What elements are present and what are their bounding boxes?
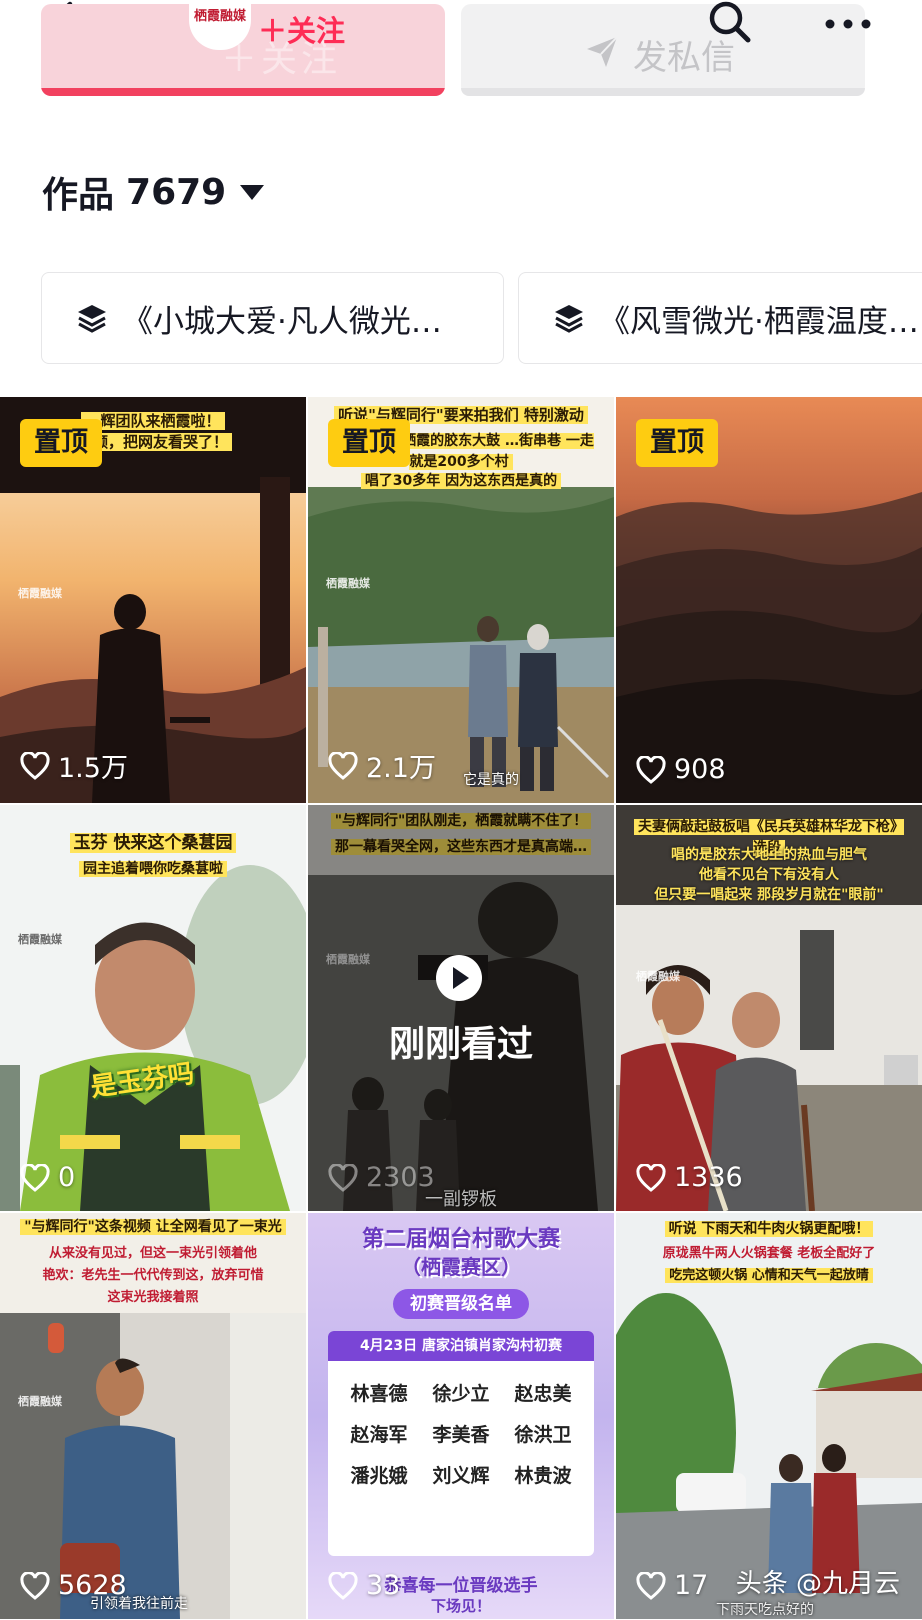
like-count-value: 33 xyxy=(366,1570,401,1601)
video-caption: 原珑黑牛两人火锅套餐 老板全配好了 xyxy=(662,1246,876,1261)
like-count: 17 xyxy=(636,1570,708,1601)
works-tab-header[interactable]: 作品 7679 xyxy=(42,167,265,217)
watermark: 栖霞融媒 xyxy=(18,1395,62,1408)
heart-icon xyxy=(20,1163,50,1192)
watermark: 栖霞融媒 xyxy=(636,970,680,983)
finalist-name: 潘兆娥 xyxy=(350,1465,408,1487)
top-bar: ＋关注 栖霞融媒 ＋关注 发私信 xyxy=(0,0,922,110)
heart-icon xyxy=(20,751,50,780)
video-tile[interactable]: 听说"与辉同行"要来拍我们 特别激动 …多人知道栖霞的胶东大鼓 …街串巷 一走就… xyxy=(308,397,614,803)
heart-icon xyxy=(636,755,666,784)
poster-banner: 初赛晋级名单 xyxy=(393,1289,529,1319)
video-tile[interactable]: …辉团队来栖霞啦！ …频，把网友看哭了！ 置顶 栖霞融媒 1.5万 xyxy=(0,397,306,803)
like-count: 33 xyxy=(328,1570,400,1601)
heart-icon xyxy=(328,1571,358,1600)
finalist-name: 徐洪卫 xyxy=(514,1424,572,1446)
pinned-badge: 置顶 xyxy=(636,419,718,467)
collection-label: 《风雪微光·栖霞温度… xyxy=(599,303,919,340)
like-count-value: 1336 xyxy=(674,1162,743,1193)
search-icon xyxy=(709,1,751,43)
video-tile[interactable]: 第二届烟台村歌大赛 （栖霞赛区） 初赛晋级名单 4月23日 唐家泊镇肖家沟村初赛… xyxy=(308,1213,614,1619)
video-tile[interactable]: 夫妻俩敲起鼓板唱《民兵英雄林华龙下枪》选段 唱的是胶东大地上的热血与胆气 他看不… xyxy=(616,805,922,1211)
video-tile[interactable]: 置顶 908 xyxy=(616,397,922,803)
like-count-value: 2.1万 xyxy=(366,753,436,784)
video-caption: 听说 下雨天和牛肉火锅更配哦！ xyxy=(634,1219,904,1240)
finalist-name: 林喜德 xyxy=(350,1383,408,1405)
like-count: 2.1万 xyxy=(328,746,436,785)
heart-icon xyxy=(328,751,358,780)
like-count: 2303 xyxy=(328,1162,435,1193)
poster-date: 4月23日 唐家泊镇肖家沟村初赛 xyxy=(328,1331,594,1361)
finalist-name: 赵海军 xyxy=(350,1424,408,1446)
works-title: 作品 xyxy=(42,175,115,216)
heart-icon xyxy=(20,1571,50,1600)
pinned-badge: 置顶 xyxy=(328,419,410,467)
video-subtitle: 下雨天吃点好的 xyxy=(716,1602,814,1618)
like-count-value: 1.5万 xyxy=(58,753,128,784)
watched-overlay xyxy=(308,805,614,1211)
collection-label: 《小城大爱·凡人微光… xyxy=(122,303,442,340)
collection-card[interactable]: 《小城大爱·凡人微光… xyxy=(41,272,504,364)
video-caption: 吃完这顿火锅 心情和天气一起放晴 xyxy=(634,1265,904,1286)
follow-button[interactable]: ＋关注 栖霞融媒 ＋关注 xyxy=(41,4,445,96)
heart-icon xyxy=(636,1571,666,1600)
video-caption: 他看不见台下有没有人 xyxy=(699,867,839,883)
like-count-value: 17 xyxy=(674,1570,709,1601)
video-caption: 但只要一唱起来 那段岁月就在"眼前" xyxy=(654,887,884,903)
like-count-value: 2303 xyxy=(366,1162,435,1193)
video-tile[interactable]: 玉芬 快来这个桑葚园 园主追着喂你吃桑葚啦 栖霞融媒 是玉芬吗 0 xyxy=(0,805,306,1211)
works-count: 7679 xyxy=(126,171,227,213)
follow-label: ＋关注 xyxy=(258,14,346,48)
poster-title: 第二届烟台村歌大赛 xyxy=(361,1227,560,1252)
search-button[interactable] xyxy=(706,0,754,46)
poster-card: 4月23日 唐家泊镇肖家沟村初赛 林喜德 徐少立 赵忠美 赵海军 李美香 徐洪卫… xyxy=(328,1331,594,1556)
layers-icon xyxy=(78,305,106,333)
like-count: 1336 xyxy=(636,1162,743,1193)
like-count: 908 xyxy=(636,754,726,785)
more-options-button[interactable] xyxy=(823,4,873,44)
finalist-name: 林贵波 xyxy=(514,1465,572,1487)
source-watermark: 头条 @九月云 xyxy=(735,1569,900,1599)
watermark: 栖霞融媒 xyxy=(326,577,370,590)
watermark: 栖霞融媒 xyxy=(18,587,62,600)
watermark: 栖霞融媒 xyxy=(18,933,62,946)
video-tile[interactable]: "与辉同行"这条视频 让全网看见了一束光 从来没有见过，但这一束光引领着他 艳欢… xyxy=(0,1213,306,1619)
like-count: 0 xyxy=(20,1162,75,1193)
paper-plane-icon xyxy=(587,36,618,67)
video-caption: 园主追着喂你吃桑葚啦 xyxy=(18,859,288,880)
logo-text: 栖霞融媒 xyxy=(193,9,246,24)
video-caption: 从来没有见过，但这一束光引领着他 xyxy=(48,1246,257,1261)
more-dots-icon xyxy=(825,19,871,29)
layers-icon xyxy=(555,305,583,333)
video-tile[interactable]: 听说 下雨天和牛肉火锅更配哦！ 原珑黑牛两人火锅套餐 老板全配好了 吃完这顿火锅… xyxy=(616,1213,922,1619)
heart-icon xyxy=(328,1163,358,1192)
send-message-button[interactable]: 发私信 xyxy=(461,4,865,96)
video-caption: 唱的是胶东大地上的热血与胆气 xyxy=(671,847,867,863)
finalist-list: 林喜德 徐少立 赵忠美 赵海军 李美香 徐洪卫 潘兆娥 刘义辉 林贵波 xyxy=(338,1379,584,1488)
like-count-value: 908 xyxy=(674,754,726,785)
like-count: 5628 xyxy=(20,1570,127,1601)
finalist-name: 赵忠美 xyxy=(514,1383,572,1405)
video-caption: 这束光我接着照 xyxy=(107,1290,199,1305)
pinned-badge: 置顶 xyxy=(20,419,102,467)
finalist-name: 刘义辉 xyxy=(432,1465,490,1487)
poster-subtitle: （栖霞赛区） xyxy=(401,1255,521,1279)
finalist-name: 李美香 xyxy=(432,1424,490,1446)
video-tile[interactable]: "与辉同行"团队刚走，栖霞就瞒不住了！ 那一幕看哭全网，这些东西才是真高端… 栖… xyxy=(308,805,614,1211)
collection-card[interactable]: 《风雪微光·栖霞温度… xyxy=(518,272,922,364)
video-caption: 玉芬 快来这个桑葚园 xyxy=(18,833,288,854)
like-count-value: 0 xyxy=(58,1162,76,1193)
like-count: 1.5万 xyxy=(20,746,128,785)
video-caption: 艳欢：老先生一代代传到这，放弃可惜 xyxy=(42,1268,264,1283)
finalist-name: 徐少立 xyxy=(432,1383,490,1405)
video-caption: "与辉同行"这条视频 让全网看见了一束光 xyxy=(18,1217,288,1238)
just-watched-label: 刚刚看过 xyxy=(388,1024,533,1065)
video-caption: 唱了30多年 因为这东西是真的 xyxy=(326,471,596,492)
caret-down-icon xyxy=(240,184,265,200)
heart-icon xyxy=(636,1163,666,1192)
play-icon[interactable] xyxy=(436,955,482,1001)
like-count-value: 5628 xyxy=(58,1570,127,1601)
